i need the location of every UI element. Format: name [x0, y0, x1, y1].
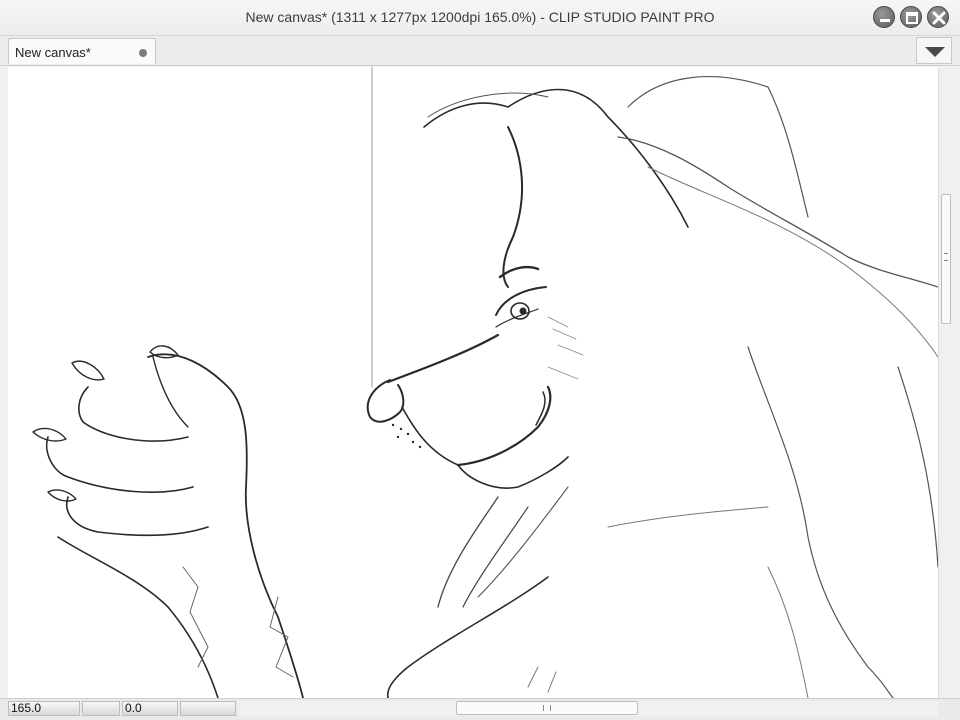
- minimize-button[interactable]: [873, 6, 895, 28]
- close-icon: [932, 11, 946, 25]
- tab-label: New canvas*: [15, 45, 91, 60]
- zoom-value: 165.0: [11, 701, 42, 715]
- rotation-value: 0.0: [125, 701, 142, 715]
- status-bar: 165.0 0.0: [0, 698, 960, 720]
- grip-icon: [543, 705, 551, 711]
- dot-icon: [139, 49, 147, 57]
- rotation-slider[interactable]: [180, 701, 236, 716]
- maximize-button[interactable]: [900, 6, 922, 28]
- horizontal-scrollbar[interactable]: [238, 701, 938, 716]
- vertical-scrollbar[interactable]: [938, 67, 952, 698]
- horizontal-scroll-thumb[interactable]: [456, 701, 638, 715]
- window-title: New canvas* (1311 x 1277px 1200dpi 165.0…: [245, 9, 715, 25]
- vertical-scroll-thumb[interactable]: [941, 194, 951, 324]
- sketch-artwork: [32, 67, 938, 698]
- drawing-canvas[interactable]: [8, 67, 938, 698]
- minimize-icon: [880, 19, 890, 22]
- tab-bar: New canvas*: [0, 36, 960, 66]
- close-button[interactable]: [927, 6, 949, 28]
- rotation-field[interactable]: 0.0: [122, 701, 178, 716]
- zoom-slider[interactable]: [82, 701, 120, 716]
- title-bar: New canvas* (1311 x 1277px 1200dpi 165.0…: [0, 0, 960, 36]
- tab-menu-button[interactable]: [916, 37, 952, 64]
- triangle-down-icon: [925, 47, 945, 57]
- maximize-icon: [906, 12, 918, 24]
- tab-new-canvas[interactable]: New canvas*: [8, 38, 156, 64]
- grip-icon: [944, 253, 948, 261]
- zoom-field[interactable]: 165.0: [8, 701, 80, 716]
